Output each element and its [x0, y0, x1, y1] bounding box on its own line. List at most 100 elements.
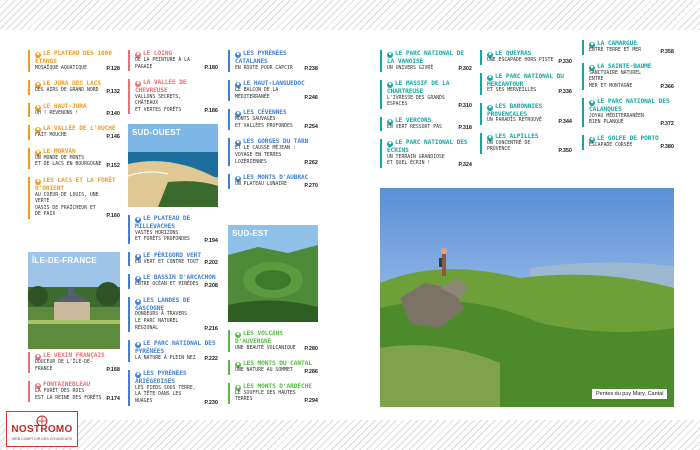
entry-title-text: Le Jura des lacs [43, 80, 102, 88]
toc-entry[interactable]: ● Le Jura des lacs Des airs de Grand Nord P… [28, 80, 120, 95]
entry-title-text: La Sainte-Baume [597, 62, 652, 70]
entry-title: ● Les Alpilles [487, 133, 572, 141]
toc-entry[interactable]: ● Le Morvan Un monde de monts et de lacs e… [28, 147, 120, 170]
entry-title: ● Les landes de Gascogne [135, 297, 218, 313]
entry-page-number: P.294 [304, 397, 318, 404]
toc-entry[interactable]: ● Le Haut-Languedoc Le balcon de la Médite… [228, 80, 318, 102]
toc-entry[interactable]: ● La vallée de Chevreuse Vallons secrets, … [128, 79, 218, 115]
toc-entry[interactable]: ● Les Alpilles Un concentré de Provence P.3… [480, 132, 572, 154]
entry-description: Entre terre et mer [589, 48, 641, 53]
toc-column-1: ● Le plateau des 1000 étangs Mosaïque aqua… [28, 50, 120, 227]
toc-entry[interactable]: ● Les Cévennes Monts sauvages et vallées p… [228, 109, 318, 131]
entry-title-text: Le Haut-Languedoc [243, 80, 305, 88]
toc-entry[interactable]: ● Le golfe de Porto Escapade corsée P.380 [582, 135, 674, 150]
toc-entry[interactable]: ● Les monts du Cantal Une nature au sommet… [228, 360, 318, 375]
toc-entry[interactable]: ● La Sainte-Baume Sanctuaire naturel entre… [582, 62, 674, 91]
toc-entry[interactable]: ● Les gorges du Tarn Et le causse Méjean :… [228, 138, 318, 167]
entry-description: Vastes horizons et forêts profondes [135, 230, 190, 243]
entry-title: ● Le parc national des Calanques [589, 98, 674, 114]
entry-title: ● Le Queyras [487, 50, 572, 58]
toc-entry[interactable]: ● Les Pyrénées catalanes En route pour Cap… [228, 50, 318, 73]
toc-entry[interactable]: ● La Camargue Entre terre et mer P.358 [582, 40, 674, 55]
entry-title: ● Les Baronnies provençales [487, 103, 572, 119]
entry-title-text: Les monts d'Ardèche [243, 382, 312, 390]
entry-title: ● La Sainte-Baume [589, 63, 674, 71]
toc-entry[interactable]: ● Le Vercors En vert ressort pas P.318 [380, 116, 472, 132]
toc-column-3a: ● Les Pyrénées catalanes En route pour Cap… [228, 50, 318, 197]
entry-color-bar [28, 80, 30, 95]
entry-description: En vert et contre tout [135, 259, 199, 265]
entry-title: ● Le Morvan [35, 148, 120, 156]
toc-entry[interactable]: ● Les volcans d'Auvergne Une beauté volcan… [228, 330, 318, 353]
nostromo-logo: NOSTROMO WEB COMPTOIR DES VOYAGEURS [6, 411, 78, 447]
toc-entry[interactable]: ● Le Loing De la peinture à la pagaie P.180 [128, 50, 218, 72]
entry-page-number: P.262 [304, 160, 318, 167]
entry-title-text: Le parc national des Écrins [387, 139, 468, 155]
entry-description: Oh ! Revenons ! [35, 110, 79, 116]
entry-color-bar [128, 274, 130, 289]
toc-entry[interactable]: ● Les Pyrénées ariégeoises Les pieds sous … [128, 370, 218, 406]
entry-description: Un univers givré [387, 65, 434, 71]
entry-page-number: P.180 [204, 65, 218, 72]
toc-entry[interactable]: ● Les Baronnies provençales Un paradis ret… [480, 102, 572, 125]
toc-entry[interactable]: ● Le parc national des Pyrénées La nature … [128, 340, 218, 363]
entry-page-number: P.222 [204, 356, 218, 363]
toc-entry[interactable]: ● Le plateau des 1000 étangs Mosaïque aqua… [28, 50, 120, 73]
entry-description: Une beauté volcanique [235, 345, 296, 351]
toc-entry[interactable]: ● Le parc national du Mercantour Et ses me… [480, 72, 572, 95]
entry-page-number: P.318 [458, 125, 472, 132]
toc-entry[interactable]: ● Le Haut-Jura Oh ! Revenons ! P.140 [28, 102, 120, 118]
entry-description: Les pieds sous terre, la tête dans les n… [135, 385, 196, 404]
entry-title-text: Les Pyrénées catalanes [235, 50, 287, 65]
toc-entry[interactable]: ● Le parc national des Calanques Joyau méd… [582, 98, 674, 128]
entry-page-number: P.128 [106, 66, 120, 73]
entry-page-number: P.186 [204, 108, 218, 115]
entry-title: ● Le massif de la Chartreuse [387, 80, 472, 96]
region-label-sud-est: SUD-EST [232, 229, 269, 238]
toc-column-2b: ● Le plateau de Millevaches Vastes horizon… [128, 215, 218, 414]
entry-title: ● Les Pyrénées catalanes [235, 50, 318, 66]
toc-column-5: ● Le Queyras Une escapade hors piste P.330 ●… [480, 50, 572, 162]
toc-entry[interactable]: ● Les lacs et la forêt d'Orient Au coeur d… [28, 177, 120, 219]
entry-color-bar [228, 80, 230, 102]
toc-entry[interactable]: ● Le parc national des Écrins Un terrain g… [380, 139, 472, 169]
ile-de-france-photo: ÎLE-DE-FRANCE [28, 252, 120, 349]
toc-entry[interactable]: ● Le plateau de Millevaches Vastes horizon… [128, 215, 218, 244]
toc-entry[interactable]: ● Le Queyras Une escapade hors piste P.330 [480, 50, 572, 65]
entry-page-number: P.174 [106, 396, 120, 403]
entry-title: ● Le plateau de Millevaches [135, 215, 218, 231]
toc-entry[interactable]: ● Les landes de Gascogne Dondeurs à traver… [128, 296, 218, 333]
toc-entry[interactable]: ● Fontainebleau La forêt des rois est la r… [28, 381, 120, 403]
toc-entry[interactable]: ● Les monts d'Aubrac Un plateau lunaire P.2… [228, 174, 318, 189]
entry-description: L'ivresse des grands espaces [387, 95, 445, 108]
toc-entry[interactable]: ● Le massif de la Chartreuse L'ivresse des… [380, 80, 472, 109]
entry-page-number: P.310 [458, 102, 472, 109]
entry-description: Dondeurs à travers le parc naturel régio… [135, 312, 187, 331]
toc-entry[interactable]: ● Les monts d'Ardèche Le souffle des haute… [228, 382, 318, 404]
entry-title: ● Le Jura des lacs [35, 80, 120, 89]
toc-entry[interactable]: ● Le Vexin français Douceur de l'Île-de-Fr… [28, 352, 120, 374]
toc-entry[interactable]: ● Le Périgord vert En vert et contre tout P… [128, 251, 218, 267]
entry-color-bar [480, 72, 482, 95]
entry-title: ● Le Périgord vert [135, 252, 218, 260]
entry-title: ● Le Loing [135, 50, 218, 58]
entry-page-number: P.270 [304, 182, 318, 189]
entry-title: ● Le Vercors [387, 117, 472, 125]
entry-title-text: Fontainebleau [43, 381, 91, 389]
entry-page-number: P.330 [558, 58, 572, 65]
entry-description: Et le causse Méjean : voyage en terres l… [235, 146, 296, 165]
entry-title: ● La Camargue [589, 40, 674, 48]
entry-color-bar [228, 109, 230, 131]
entry-color-bar [228, 138, 230, 167]
toc-entry[interactable]: ● Le bassin d'Arcachon Entre océan et pinè… [128, 274, 218, 289]
entry-title: ● Le parc national des Pyrénées [135, 340, 218, 356]
entry-title-text: Le Queyras [495, 50, 532, 57]
entry-color-bar [380, 50, 382, 73]
entry-color-bar [128, 50, 130, 72]
toc-column-3b: ● Les volcans d'Auvergne Une beauté volcan… [228, 330, 318, 412]
toc-entry[interactable]: ● Le parc national de la Vanoise Un univer… [380, 50, 472, 73]
toc-entry[interactable]: ● La vallée de l'Ouche Fait mouche P.146 [28, 125, 120, 140]
entry-title: ● Le parc national de la Vanoise [387, 50, 472, 66]
entry-description: Vallons secrets, châteaux et vertes forê… [135, 94, 182, 113]
entry-description: Et ses merveilles [487, 88, 537, 94]
